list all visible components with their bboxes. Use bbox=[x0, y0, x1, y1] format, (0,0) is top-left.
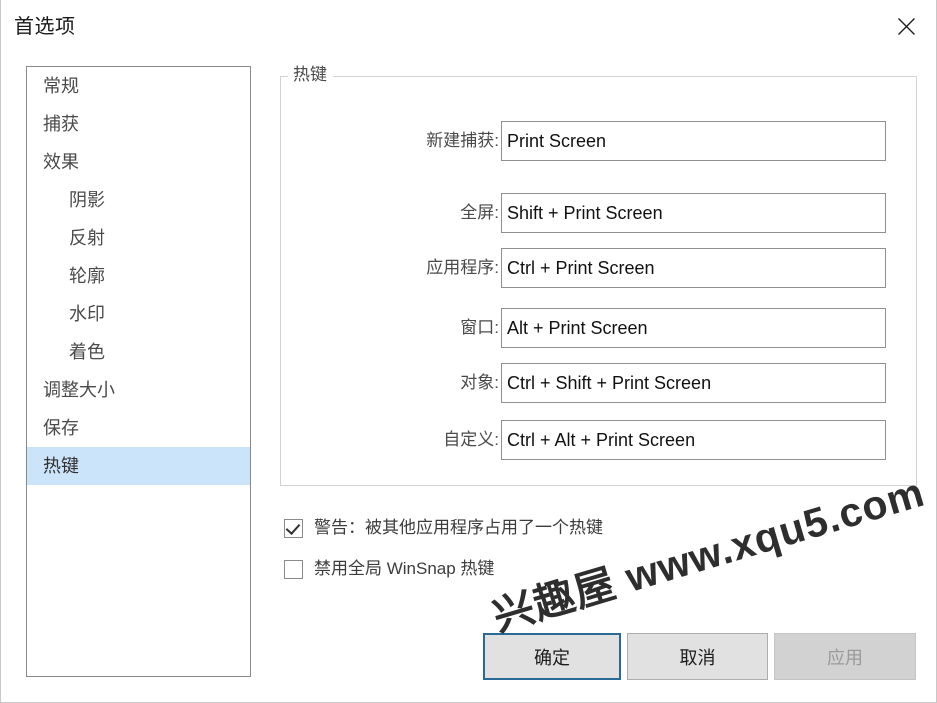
hotkey-label-new-capture: 新建捕获: bbox=[426, 131, 499, 150]
hotkey-label-window: 窗口: bbox=[460, 318, 499, 337]
hotkey-row-fullscreen: 全屏: Shift + Print Screen bbox=[301, 193, 887, 233]
hotkeys-groupbox-legend: 热键 bbox=[288, 64, 333, 86]
checkbox-warn-hotkey-taken[interactable]: 警告：被其他应用程序占用了一个热键 bbox=[284, 515, 603, 541]
sidebar-item-general[interactable]: 常规 bbox=[27, 67, 250, 105]
hotkey-input-custom[interactable]: Ctrl + Alt + Print Screen bbox=[501, 420, 886, 460]
close-icon[interactable] bbox=[883, 5, 929, 47]
apply-button-label: 应用 bbox=[827, 647, 863, 668]
cancel-button[interactable]: 取消 bbox=[627, 633, 768, 680]
sidebar-item-label: 热键 bbox=[43, 456, 79, 476]
preferences-dialog: 首选项 常规 捕获 效果 阴影 反射 轮廓 水印 着色 调整大小 保存 热键 热… bbox=[0, 0, 937, 703]
cancel-button-label: 取消 bbox=[679, 647, 716, 668]
title-bar: 首选项 bbox=[1, 0, 936, 56]
sidebar-item-shadow[interactable]: 阴影 bbox=[27, 181, 250, 219]
sidebar-item-label: 反射 bbox=[69, 228, 105, 248]
sidebar-item-label: 阴影 bbox=[69, 190, 105, 210]
hotkey-row-new-capture: 新建捕获: Print Screen bbox=[301, 121, 887, 161]
hotkey-input-application[interactable]: Ctrl + Print Screen bbox=[501, 248, 886, 288]
checkbox-label: 警告：被其他应用程序占用了一个热键 bbox=[314, 518, 603, 537]
sidebar-item-label: 保存 bbox=[43, 418, 79, 438]
checkbox-label: 禁用全局 WinSnap 热键 bbox=[314, 559, 495, 578]
sidebar-item-reflection[interactable]: 反射 bbox=[27, 219, 250, 257]
hotkey-label-object: 对象: bbox=[460, 373, 499, 392]
ok-button-label: 确定 bbox=[534, 647, 570, 668]
hotkey-label-custom: 自定义: bbox=[443, 430, 499, 449]
sidebar-item-label: 轮廓 bbox=[69, 266, 105, 286]
hotkey-label-fullscreen: 全屏: bbox=[460, 203, 499, 222]
sidebar-item-capture[interactable]: 捕获 bbox=[27, 105, 250, 143]
category-list[interactable]: 常规 捕获 效果 阴影 反射 轮廓 水印 着色 调整大小 保存 热键 bbox=[26, 66, 251, 677]
hotkey-input-fullscreen[interactable]: Shift + Print Screen bbox=[501, 193, 886, 233]
sidebar-item-watermark[interactable]: 水印 bbox=[27, 295, 250, 333]
sidebar-item-label: 水印 bbox=[69, 304, 105, 324]
page-title: 首选项 bbox=[14, 16, 76, 38]
hotkey-input-window[interactable]: Alt + Print Screen bbox=[501, 308, 886, 348]
sidebar-item-resize[interactable]: 调整大小 bbox=[27, 371, 250, 409]
sidebar-item-label: 效果 bbox=[43, 152, 79, 172]
sidebar-item-effects[interactable]: 效果 bbox=[27, 143, 250, 181]
hotkey-input-new-capture[interactable]: Print Screen bbox=[501, 121, 886, 161]
sidebar-item-label: 常规 bbox=[43, 76, 79, 96]
ok-button[interactable]: 确定 bbox=[483, 633, 621, 680]
checkbox-checked-icon[interactable] bbox=[284, 518, 303, 538]
hotkey-row-custom: 自定义: Ctrl + Alt + Print Screen bbox=[301, 420, 887, 460]
apply-button: 应用 bbox=[774, 633, 916, 680]
sidebar-item-save[interactable]: 保存 bbox=[27, 409, 250, 447]
sidebar-item-label: 调整大小 bbox=[43, 380, 115, 400]
sidebar-item-colorize[interactable]: 着色 bbox=[27, 333, 250, 371]
sidebar-item-hotkeys[interactable]: 热键 bbox=[27, 447, 250, 485]
hotkey-row-window: 窗口: Alt + Print Screen bbox=[301, 308, 887, 348]
checkbox-disable-global-hotkeys[interactable]: 禁用全局 WinSnap 热键 bbox=[284, 556, 494, 582]
checkbox-unchecked-icon[interactable] bbox=[284, 559, 303, 579]
sidebar-item-label: 捕获 bbox=[43, 114, 79, 134]
sidebar-item-outline[interactable]: 轮廓 bbox=[27, 257, 250, 295]
hotkey-row-application: 应用程序: Ctrl + Print Screen bbox=[301, 248, 887, 288]
sidebar-item-label: 着色 bbox=[69, 342, 105, 362]
hotkey-label-application: 应用程序: bbox=[426, 258, 499, 277]
hotkey-row-object: 对象: Ctrl + Shift + Print Screen bbox=[301, 363, 887, 403]
hotkey-input-object[interactable]: Ctrl + Shift + Print Screen bbox=[501, 363, 886, 403]
